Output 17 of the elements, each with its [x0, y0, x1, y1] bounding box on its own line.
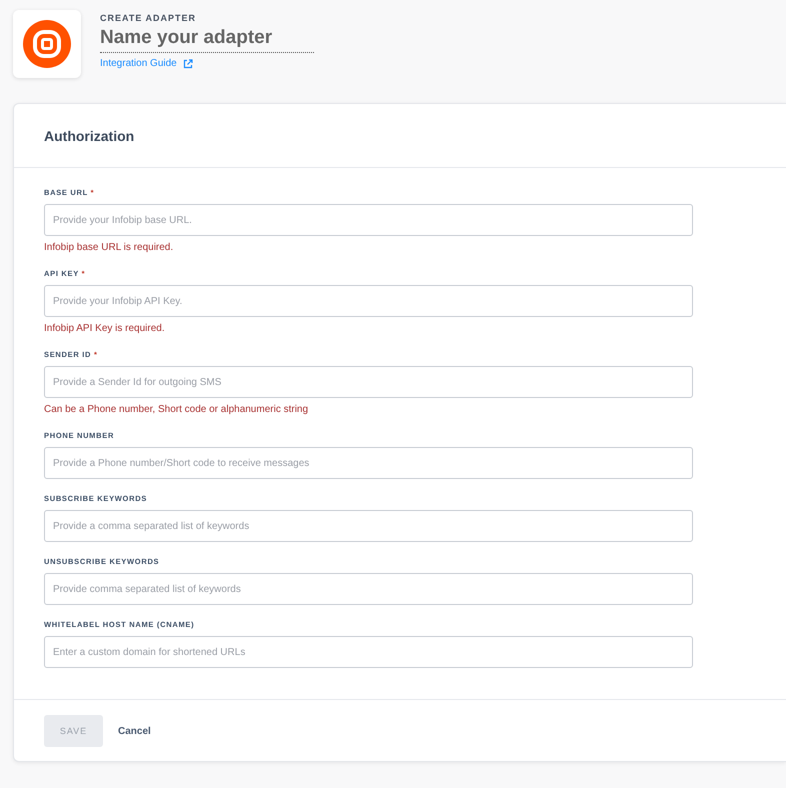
logo-icon — [23, 20, 71, 68]
validation-message: Can be a Phone number, Short code or alphanumeric string — [44, 404, 310, 415]
external-link-icon — [182, 58, 193, 68]
validation-message: Infobip base URL is required. — [44, 242, 174, 253]
text-field[interactable]: Provide a Phone number/Short code to receive messages — [44, 447, 693, 479]
text-field[interactable]: Provide comma separated list of keywords — [44, 573, 693, 605]
text-field[interactable]: Provide your Infobip API Key. — [44, 285, 693, 317]
cancel-button[interactable]: Cancel — [118, 726, 151, 736]
section-title: Authorization — [44, 128, 136, 144]
text-field[interactable]: Enter a custom domain for shortened URLs — [44, 636, 693, 668]
validation-message: Infobip API Key is required. — [44, 323, 166, 334]
text-field[interactable]: Provide a Sender Id for outgoing SMS — [44, 366, 693, 398]
page-eyebrow: CREATE ADAPTER — [100, 13, 198, 23]
integration-guide-link[interactable]: Integration Guide — [100, 58, 314, 69]
text-field[interactable]: Provide a comma separated list of keywords — [44, 510, 693, 542]
text-field[interactable]: Provide your Infobip base URL. — [44, 204, 693, 236]
adapter-name-field[interactable]: Name your adapter — [100, 23, 314, 53]
